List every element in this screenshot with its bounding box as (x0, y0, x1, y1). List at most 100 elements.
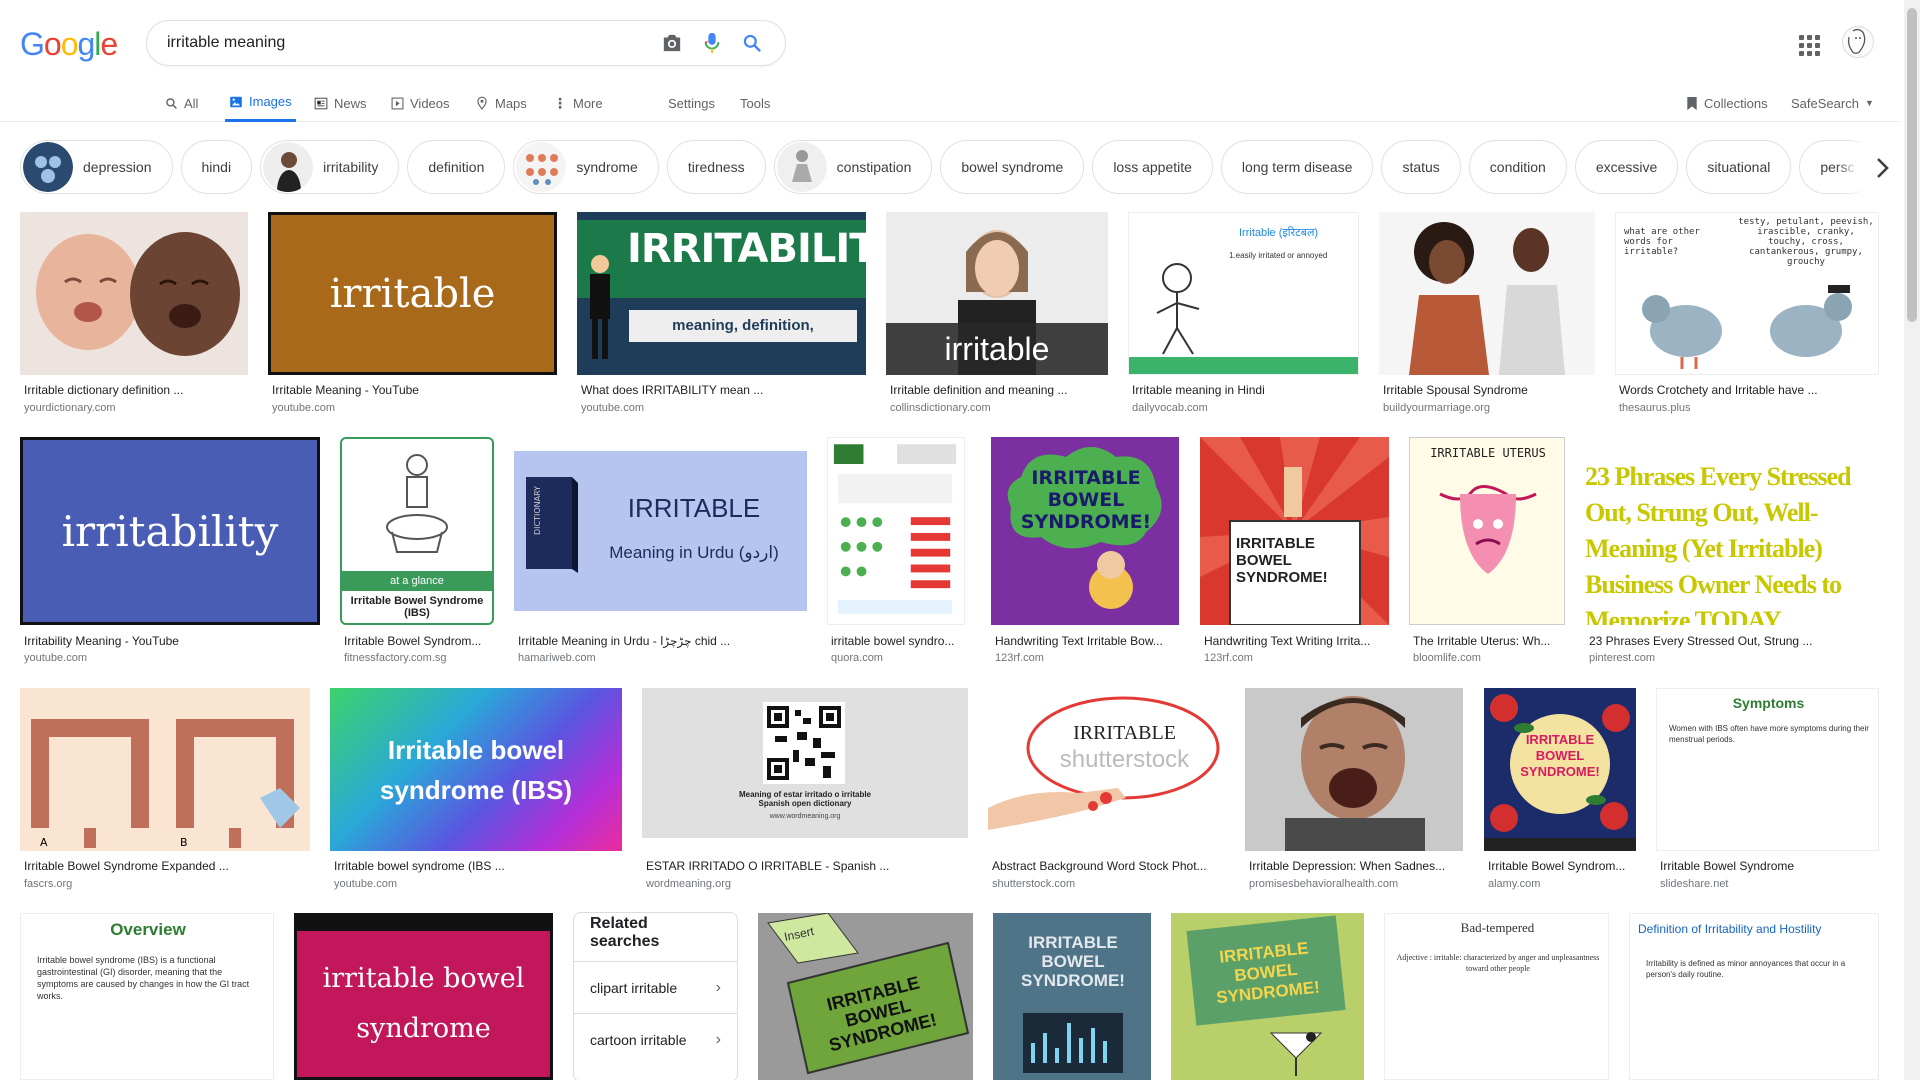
result-image[interactable]: 23 Phrases Every Stressed Out, Strung Ou… (1585, 437, 1879, 625)
result-image[interactable] (20, 212, 248, 375)
result-image[interactable]: Meaning of estar irritado o irritable Sp… (642, 688, 968, 838)
image-result[interactable]: Irritable (इरिटबल) 1.easily irritated or… (1128, 212, 1359, 417)
search-input[interactable] (167, 34, 649, 52)
result-title[interactable]: Irritable Bowel Syndrome Expanded ... (24, 859, 309, 873)
image-result[interactable]: Overview Irritable bowel syndrome (IBS) … (20, 913, 274, 1080)
tab-maps[interactable]: Maps (475, 84, 527, 122)
result-image[interactable]: Insert IRRITABLE BOWEL SYNDROME! (758, 913, 973, 1080)
result-image[interactable]: IRRITABLE BOWEL SYNDROME! (1484, 688, 1636, 851)
result-title[interactable]: Handwriting Text Writing Irrita... (1204, 634, 1388, 648)
result-image[interactable]: Irritable (इरिटबल) 1.easily irritated or… (1128, 212, 1359, 375)
image-result[interactable]: Insert IRRITABLE BOWEL SYNDROME! (758, 913, 973, 1080)
image-result[interactable]: IRRITABILITY meaning, definition, explan… (577, 212, 866, 417)
result-title[interactable]: Irritable dictionary definition ... (24, 383, 244, 397)
microphone-icon[interactable] (695, 26, 729, 60)
search-icon[interactable] (735, 26, 769, 60)
result-title[interactable]: Handwriting Text Irritable Bow... (995, 634, 1177, 648)
image-result[interactable]: IRRITABLE BOWEL SYNDROME! (993, 913, 1151, 1080)
image-result[interactable]: AB Irritable Bowel Syndrome Expanded ...… (20, 688, 310, 893)
chip-definition[interactable]: definition (407, 140, 506, 194)
tab-news[interactable]: News (314, 84, 367, 122)
image-result[interactable]: IRRITABLE BOWEL SYNDROME! Irritable Bowe… (1484, 688, 1636, 893)
tab-images[interactable]: Images (225, 84, 296, 122)
result-image[interactable]: IRRITABLE BOWEL SYNDROME! (993, 913, 1151, 1080)
result-title[interactable]: Irritable meaning in Hindi (1132, 383, 1357, 397)
image-result[interactable]: Irritable Spousal Syndrome buildyourmarr… (1379, 212, 1595, 417)
image-result[interactable]: IRRITABLE BOWEL SYNDROME! Handwriting Te… (991, 437, 1179, 667)
chip-excessive[interactable]: excessive (1574, 140, 1679, 194)
result-image[interactable]: IRRITABLE BOWEL SYNDROME! (991, 437, 1179, 625)
tab-all[interactable]: All (165, 84, 198, 122)
result-title[interactable]: Irritable bowel syndrome (IBS ... (334, 859, 620, 873)
chevron-right-icon[interactable] (1860, 142, 1904, 194)
chip-condition[interactable]: condition (1468, 140, 1567, 194)
image-result[interactable]: IRRITABLE BOWEL SYNDROME! Handwriting Te… (1200, 437, 1389, 667)
chip-loss-appetite[interactable]: loss appetite (1092, 140, 1213, 194)
result-image[interactable] (827, 437, 965, 625)
result-image[interactable]: irritable bowel syndrome (294, 913, 553, 1080)
settings-link[interactable]: Settings (668, 84, 715, 122)
chip-status[interactable]: status (1381, 140, 1461, 194)
collections-link[interactable]: Collections (1686, 84, 1768, 122)
tab-videos[interactable]: Videos (391, 84, 450, 122)
image-result[interactable]: Definition of Irritability and Hostility… (1629, 913, 1879, 1080)
result-image[interactable]: IRRITABLE BOWEL SYNDROME! (1200, 437, 1389, 625)
image-result[interactable]: irritable Irritable definition and meani… (886, 212, 1108, 417)
chip-syndrome[interactable]: syndrome (513, 140, 659, 194)
account-avatar[interactable] (1842, 26, 1874, 58)
result-image[interactable]: irritable (268, 212, 557, 375)
chip-bowel-syndrome[interactable]: bowel syndrome (940, 140, 1085, 194)
image-result[interactable]: Irritable bowel syndrome (IBS) Irritable… (330, 688, 622, 893)
result-title[interactable]: Irritable Bowel Syndrom... (1488, 859, 1634, 873)
result-title[interactable]: Words Crotchety and Irritable have ... (1619, 383, 1877, 397)
result-image[interactable]: Bad-tempered Adjective : irritable: char… (1384, 913, 1609, 1080)
image-result[interactable]: Bad-tempered Adjective : irritable: char… (1384, 913, 1609, 1080)
result-title[interactable]: Irritable Meaning in Urdu - چڑچڑا chid .… (518, 634, 806, 648)
page-scrollbar[interactable] (1904, 0, 1920, 1080)
result-title[interactable]: The Irritable Uterus: Wh... (1413, 634, 1563, 648)
result-title[interactable]: Irritable definition and meaning ... (890, 383, 1105, 397)
chip-tiredness[interactable]: tiredness (666, 140, 766, 194)
result-image[interactable]: Irritable bowel syndrome (IBS) (330, 688, 622, 851)
chip-irritability[interactable]: irritability (260, 140, 400, 194)
image-result[interactable]: Meaning of estar irritado o irritable Sp… (642, 688, 968, 893)
related-search-item[interactable]: cartoon irritable › (574, 1013, 737, 1065)
image-result[interactable]: Symptoms Women with IBS often have more … (1656, 688, 1879, 893)
image-result[interactable]: at a glance Irritable Bowel Syndrome (IB… (340, 437, 494, 667)
safesearch-dropdown[interactable]: SafeSearch ▼ (1791, 84, 1874, 122)
result-image[interactable]: IRRITABILITY meaning, definition, explan… (577, 212, 866, 375)
image-result[interactable]: 23 Phrases Every Stressed Out, Strung Ou… (1585, 437, 1879, 667)
chip-long-term-disease[interactable]: long term disease (1220, 140, 1374, 194)
result-image[interactable]: irritable (886, 212, 1108, 375)
related-search-item[interactable]: clipart irritable › (574, 961, 737, 1013)
tab-more[interactable]: ⋮ More (553, 84, 603, 122)
image-result[interactable]: what are other words for irritable? test… (1615, 212, 1879, 417)
image-result[interactable]: irritable bowel syndro... quora.com (827, 437, 965, 667)
apps-grid-icon[interactable] (1794, 30, 1822, 58)
result-title[interactable]: Irritable Bowel Syndrom... (344, 634, 492, 648)
result-image[interactable] (1379, 212, 1595, 375)
image-result[interactable]: irritability Irritability Meaning - YouT… (20, 437, 320, 667)
result-image[interactable]: Definition of Irritability and Hostility… (1629, 913, 1879, 1080)
tools-link[interactable]: Tools (740, 84, 770, 122)
result-title[interactable]: Irritability Meaning - YouTube (24, 634, 319, 648)
result-image[interactable]: irritability (20, 437, 320, 625)
chip-depression[interactable]: depression (20, 140, 173, 194)
camera-icon[interactable] (655, 26, 689, 60)
scrollbar-thumb[interactable] (1907, 8, 1917, 322)
image-result[interactable]: Irritable Depression: When Sadnes... pro… (1245, 688, 1463, 893)
result-title[interactable]: 23 Phrases Every Stressed Out, Strung ..… (1589, 634, 1877, 648)
result-image[interactable]: Overview Irritable bowel syndrome (IBS) … (20, 913, 274, 1080)
result-image[interactable]: IRRITABLE UTERUS (1409, 437, 1565, 625)
image-result[interactable]: IRRITABLE BOWEL SYNDROME! (1171, 913, 1364, 1080)
result-image[interactable] (1245, 688, 1463, 851)
result-image[interactable]: what are other words for irritable? test… (1615, 212, 1879, 375)
result-title[interactable]: irritable bowel syndro... (831, 634, 964, 648)
chip-hindi[interactable]: hindi (180, 140, 253, 194)
result-title[interactable]: Irritable Bowel Syndrome (1660, 859, 1877, 873)
result-title[interactable]: Abstract Background Word Stock Phot... (992, 859, 1224, 873)
chip-situational[interactable]: situational (1686, 140, 1792, 194)
result-image[interactable]: IRRITABLE shutterstock (988, 688, 1225, 851)
result-title[interactable]: Irritable Spousal Syndrome (1383, 383, 1593, 397)
image-result[interactable]: Irritable dictionary definition ... your… (20, 212, 248, 417)
